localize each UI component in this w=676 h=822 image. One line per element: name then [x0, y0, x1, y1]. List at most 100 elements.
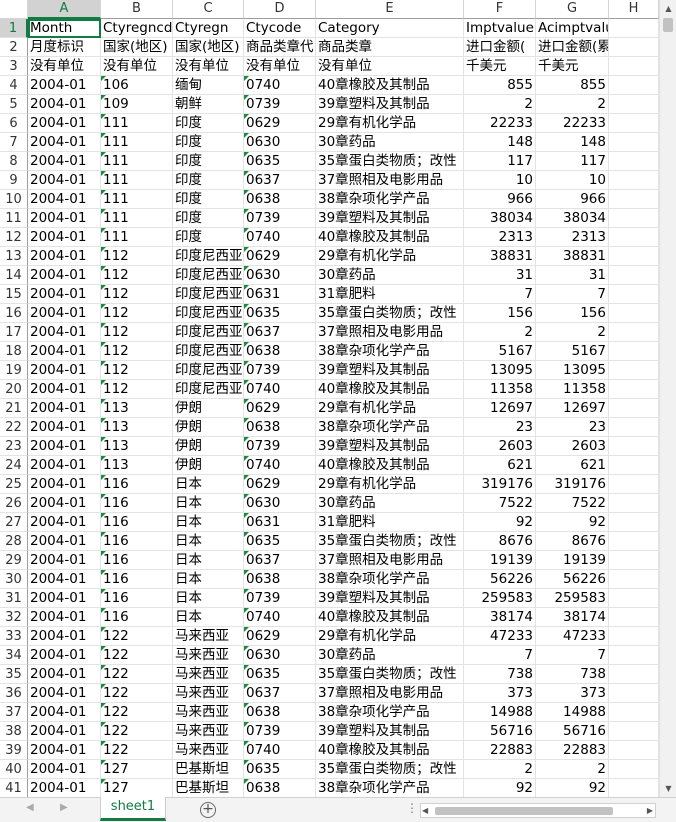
- cell-h26[interactable]: [609, 494, 659, 513]
- vertical-scroll-thumb[interactable]: [663, 18, 673, 32]
- cell-d32[interactable]: 0740: [244, 608, 316, 627]
- cell-f3[interactable]: 千美元: [464, 57, 536, 76]
- cell-c32[interactable]: 日本: [173, 608, 244, 627]
- cell-g19[interactable]: 13095: [536, 361, 609, 380]
- cell-c7[interactable]: 印度: [173, 133, 244, 152]
- column-header-g[interactable]: G: [536, 0, 609, 19]
- cell-d40[interactable]: 0635: [244, 760, 316, 779]
- cell-a11[interactable]: 2004-01: [28, 209, 101, 228]
- cell-b26[interactable]: 116: [101, 494, 173, 513]
- cell-h34[interactable]: [609, 646, 659, 665]
- add-sheet-icon[interactable]: +: [200, 802, 216, 818]
- row-header[interactable]: 7: [0, 133, 28, 152]
- cell-c22[interactable]: 伊朗: [173, 418, 244, 437]
- row-header[interactable]: 19: [0, 361, 28, 380]
- cell-a8[interactable]: 2004-01: [28, 152, 101, 171]
- cell-d9[interactable]: 0637: [244, 171, 316, 190]
- cell-f27[interactable]: 92: [464, 513, 536, 532]
- cell-d6[interactable]: 0629: [244, 114, 316, 133]
- cell-f28[interactable]: 8676: [464, 532, 536, 551]
- cell-e41[interactable]: 38章杂项化学产品: [316, 779, 464, 797]
- cell-g31[interactable]: 259583: [536, 589, 609, 608]
- cell-a41[interactable]: 2004-01: [28, 779, 101, 797]
- cell-e17[interactable]: 37章照相及电影用品: [316, 323, 464, 342]
- cell-e31[interactable]: 39章塑料及其制品: [316, 589, 464, 608]
- cell-f10[interactable]: 966: [464, 190, 536, 209]
- cell-b10[interactable]: 111: [101, 190, 173, 209]
- cell-h31[interactable]: [609, 589, 659, 608]
- cell-g4[interactable]: 855: [536, 76, 609, 95]
- cell-b30[interactable]: 116: [101, 570, 173, 589]
- cell-a9[interactable]: 2004-01: [28, 171, 101, 190]
- cell-b24[interactable]: 113: [101, 456, 173, 475]
- cell-a37[interactable]: 2004-01: [28, 703, 101, 722]
- cell-f1[interactable]: Imptvalue: [464, 19, 536, 38]
- cell-c11[interactable]: 印度: [173, 209, 244, 228]
- row-header[interactable]: 2: [0, 38, 28, 57]
- cell-a33[interactable]: 2004-01: [28, 627, 101, 646]
- cell-b8[interactable]: 111: [101, 152, 173, 171]
- cell-f37[interactable]: 14988: [464, 703, 536, 722]
- cell-e2[interactable]: 商品类章: [316, 38, 464, 57]
- row-header[interactable]: 25: [0, 475, 28, 494]
- cell-f7[interactable]: 148: [464, 133, 536, 152]
- cell-h17[interactable]: [609, 323, 659, 342]
- cell-d30[interactable]: 0638: [244, 570, 316, 589]
- cell-h29[interactable]: [609, 551, 659, 570]
- column-header-c[interactable]: C: [173, 0, 244, 19]
- column-header-a[interactable]: A: [28, 0, 101, 19]
- cell-b31[interactable]: 116: [101, 589, 173, 608]
- cell-d24[interactable]: 0740: [244, 456, 316, 475]
- cell-f22[interactable]: 23: [464, 418, 536, 437]
- cell-e1[interactable]: Category: [316, 19, 464, 38]
- cell-b9[interactable]: 111: [101, 171, 173, 190]
- cell-d21[interactable]: 0629: [244, 399, 316, 418]
- cell-b22[interactable]: 113: [101, 418, 173, 437]
- cell-e25[interactable]: 29章有机化学品: [316, 475, 464, 494]
- cell-f2[interactable]: 进口金额(: [464, 38, 536, 57]
- cell-c34[interactable]: 马来西亚: [173, 646, 244, 665]
- cell-h23[interactable]: [609, 437, 659, 456]
- cell-f31[interactable]: 259583: [464, 589, 536, 608]
- cell-b14[interactable]: 112: [101, 266, 173, 285]
- cell-a25[interactable]: 2004-01: [28, 475, 101, 494]
- cell-b40[interactable]: 127: [101, 760, 173, 779]
- cell-f41[interactable]: 92: [464, 779, 536, 797]
- cell-e23[interactable]: 39章塑料及其制品: [316, 437, 464, 456]
- scroll-left-icon[interactable]: ◀: [422, 804, 428, 817]
- cell-e14[interactable]: 30章药品: [316, 266, 464, 285]
- row-header[interactable]: 38: [0, 722, 28, 741]
- cell-g10[interactable]: 966: [536, 190, 609, 209]
- cell-e26[interactable]: 30章药品: [316, 494, 464, 513]
- cell-d31[interactable]: 0739: [244, 589, 316, 608]
- scroll-right-icon[interactable]: ▶: [647, 804, 653, 817]
- cell-c20[interactable]: 印度尼西亚: [173, 380, 244, 399]
- cell-a28[interactable]: 2004-01: [28, 532, 101, 551]
- cell-f26[interactable]: 7522: [464, 494, 536, 513]
- cell-a29[interactable]: 2004-01: [28, 551, 101, 570]
- cell-f32[interactable]: 38174: [464, 608, 536, 627]
- cell-f11[interactable]: 38034: [464, 209, 536, 228]
- row-header[interactable]: 17: [0, 323, 28, 342]
- cell-a26[interactable]: 2004-01: [28, 494, 101, 513]
- cell-h11[interactable]: [609, 209, 659, 228]
- row-header[interactable]: 6: [0, 114, 28, 133]
- cell-a12[interactable]: 2004-01: [28, 228, 101, 247]
- row-header[interactable]: 35: [0, 665, 28, 684]
- cell-a27[interactable]: 2004-01: [28, 513, 101, 532]
- cell-c35[interactable]: 马来西亚: [173, 665, 244, 684]
- cell-c27[interactable]: 日本: [173, 513, 244, 532]
- cell-a2[interactable]: 月度标识: [28, 38, 101, 57]
- row-header[interactable]: 21: [0, 399, 28, 418]
- cell-e28[interactable]: 35章蛋白类物质；改性: [316, 532, 464, 551]
- cell-c5[interactable]: 朝鲜: [173, 95, 244, 114]
- cell-b25[interactable]: 116: [101, 475, 173, 494]
- cell-h27[interactable]: [609, 513, 659, 532]
- cell-b11[interactable]: 111: [101, 209, 173, 228]
- cell-e9[interactable]: 37章照相及电影用品: [316, 171, 464, 190]
- cell-h2[interactable]: [609, 38, 659, 57]
- cell-a16[interactable]: 2004-01: [28, 304, 101, 323]
- cell-g23[interactable]: 2603: [536, 437, 609, 456]
- cell-f24[interactable]: 621: [464, 456, 536, 475]
- row-header[interactable]: 4: [0, 76, 28, 95]
